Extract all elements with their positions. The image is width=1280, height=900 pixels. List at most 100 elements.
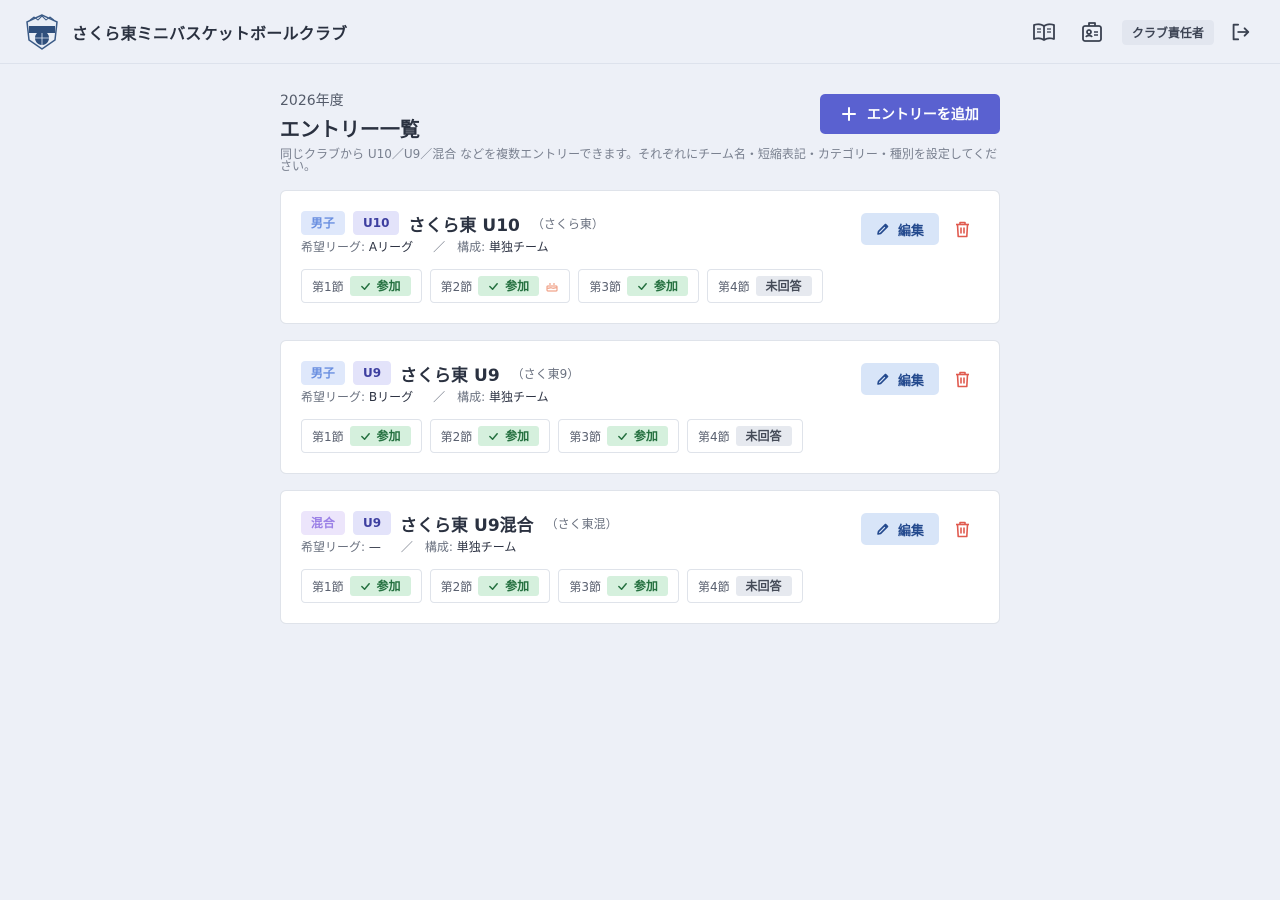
- edit-button[interactable]: 編集: [861, 363, 939, 395]
- round-label: 第1節: [312, 429, 344, 444]
- round-status-badge[interactable]: 参加: [349, 276, 411, 296]
- round-status-badge[interactable]: 参加: [349, 576, 411, 596]
- round-status-badge[interactable]: 参加: [478, 276, 540, 296]
- round-status-text: 参加: [376, 279, 401, 293]
- round-status-badge[interactable]: 参加: [478, 426, 540, 446]
- round-status-text: 参加: [633, 429, 658, 443]
- round-label: 第3節: [569, 429, 601, 444]
- round-label: 第2節: [440, 429, 473, 444]
- round-list: 第1節 参加 第2節 参加 第3節 参加 第4節 未回答: [301, 569, 979, 603]
- age-badge: U9: [353, 361, 392, 385]
- league-label: 希望リーグ:: [301, 540, 369, 554]
- page-head: 2026年度 エントリー一覧 同じクラブから U10／U9／混合 などを複数エン…: [280, 90, 1000, 174]
- team-name: さくら東 U9: [400, 365, 500, 386]
- round-item: 第3節 参加: [558, 419, 679, 453]
- round-status-badge[interactable]: 参加: [626, 276, 688, 296]
- pencil-icon: [876, 372, 890, 386]
- delete-button[interactable]: [953, 370, 971, 388]
- edit-label: 編集: [897, 523, 924, 539]
- league-label: 希望リーグ:: [301, 390, 369, 404]
- composition-value: 単独チーム: [488, 240, 549, 254]
- team-short-name: （さくら東）: [531, 216, 604, 231]
- league-value: Bリーグ: [368, 390, 414, 404]
- composition-label: 構成:: [457, 390, 489, 404]
- round-list: 第1節 参加 第2節 参加 第3節 参加 第4節 未回答: [301, 419, 979, 453]
- round-item: 第1節 参加: [301, 419, 422, 453]
- edit-button[interactable]: 編集: [861, 213, 939, 245]
- edit-button[interactable]: 編集: [861, 513, 939, 545]
- round-item: 第1節 参加: [301, 269, 422, 303]
- delete-button[interactable]: [953, 520, 971, 538]
- round-status-text: 参加: [633, 579, 658, 593]
- entry-list: 男子 U10 さくら東 U10 （さくら東） 希望リーグ: Aリーグ ／ 構成: 単独チーム…: [280, 190, 1000, 624]
- meta-separator: ／: [433, 240, 446, 254]
- team-short-name: （さく東9）: [511, 366, 580, 381]
- round-status-text: 参加: [653, 279, 678, 293]
- gender-badge: 混合: [301, 511, 346, 535]
- round-status-badge[interactable]: 未回答: [735, 576, 792, 596]
- meta-separator: ／: [400, 540, 413, 554]
- logout-icon[interactable]: [1224, 16, 1256, 48]
- header-actions: クラブ責任者: [1028, 0, 1256, 64]
- check-icon: [488, 581, 499, 592]
- id-card-icon[interactable]: [1076, 16, 1108, 48]
- entry-card: 混合 U9 さくら東 U9混合 （さく東混） 希望リーグ: — ／ 構成: 単独チーム 第1節…: [280, 490, 1000, 624]
- gender-badge: 男子: [301, 361, 346, 385]
- round-item: 第3節 参加: [558, 569, 679, 603]
- app-header: さくら東ミニバスケットボールクラブ クラブ責任者: [0, 0, 1280, 64]
- check-icon: [488, 281, 499, 292]
- cake-icon: [545, 279, 559, 293]
- composition-value: 単独チーム: [456, 540, 517, 554]
- entry-card: 男子 U9 さくら東 U9 （さく東9） 希望リーグ: Bリーグ ／ 構成: 単独チーム第1…: [280, 340, 1000, 474]
- round-status-text: 参加: [505, 429, 530, 443]
- add-entry-button[interactable]: エントリーを追加: [820, 94, 1000, 134]
- round-item: 第2節 参加: [429, 269, 571, 303]
- club-logo: [26, 13, 58, 50]
- round-status-badge[interactable]: 参加: [606, 576, 668, 596]
- age-badge: U10: [353, 211, 400, 235]
- entry-card: 男子 U10 さくら東 U10 （さくら東） 希望リーグ: Aリーグ ／ 構成: 単独チーム…: [280, 190, 1000, 324]
- team-short-name: （さく東混）: [545, 516, 618, 531]
- round-status-text: 未回答: [765, 279, 802, 293]
- round-status-badge[interactable]: 参加: [349, 426, 411, 446]
- main-content: 2026年度 エントリー一覧 同じクラブから U10／U9／混合 などを複数エン…: [280, 88, 1000, 624]
- trash-icon: [955, 371, 969, 387]
- round-item: 第4節 未回答: [706, 269, 823, 303]
- delete-button[interactable]: [953, 220, 971, 238]
- team-name: さくら東 U9混合: [400, 515, 534, 536]
- meta-separator: ／: [433, 390, 446, 404]
- round-status-text: 参加: [505, 279, 530, 293]
- check-icon: [617, 581, 628, 592]
- round-list: 第1節 参加 第2節 参加 第3節 参加 第4節 未回答: [301, 269, 979, 303]
- page-subtitle: 同じクラブから U10／U9／混合 などを複数エントリーできます。それぞれにチー…: [280, 147, 998, 173]
- composition-value: 単独チーム: [488, 390, 549, 404]
- round-item: 第1節 参加: [301, 569, 422, 603]
- round-status-text: 未回答: [745, 429, 782, 443]
- pencil-icon: [876, 522, 890, 536]
- round-label: 第4節: [717, 279, 750, 294]
- league-value: Aリーグ: [368, 240, 414, 254]
- round-status-badge[interactable]: 参加: [606, 426, 668, 446]
- gender-badge: 男子: [301, 211, 346, 235]
- league-value: —: [368, 540, 381, 554]
- team-name: さくら東 U10: [408, 215, 520, 236]
- trash-icon: [955, 521, 969, 537]
- book-open-icon[interactable]: [1028, 16, 1060, 48]
- round-status-badge[interactable]: 未回答: [755, 276, 812, 296]
- check-icon: [617, 431, 628, 442]
- pencil-icon: [876, 222, 890, 236]
- round-status-badge[interactable]: 参加: [478, 576, 540, 596]
- round-label: 第1節: [312, 279, 344, 294]
- check-icon: [360, 281, 371, 292]
- league-label: 希望リーグ:: [301, 240, 369, 254]
- round-item: 第2節 参加: [429, 419, 551, 453]
- check-icon: [637, 281, 648, 292]
- round-label: 第2節: [440, 579, 473, 594]
- round-label: 第4節: [697, 429, 730, 444]
- round-label: 第3節: [589, 279, 621, 294]
- round-status-badge[interactable]: 未回答: [735, 426, 792, 446]
- round-status-text: 参加: [376, 429, 401, 443]
- round-label: 第4節: [697, 579, 730, 594]
- round-status-text: 参加: [505, 579, 530, 593]
- edit-label: 編集: [897, 223, 924, 239]
